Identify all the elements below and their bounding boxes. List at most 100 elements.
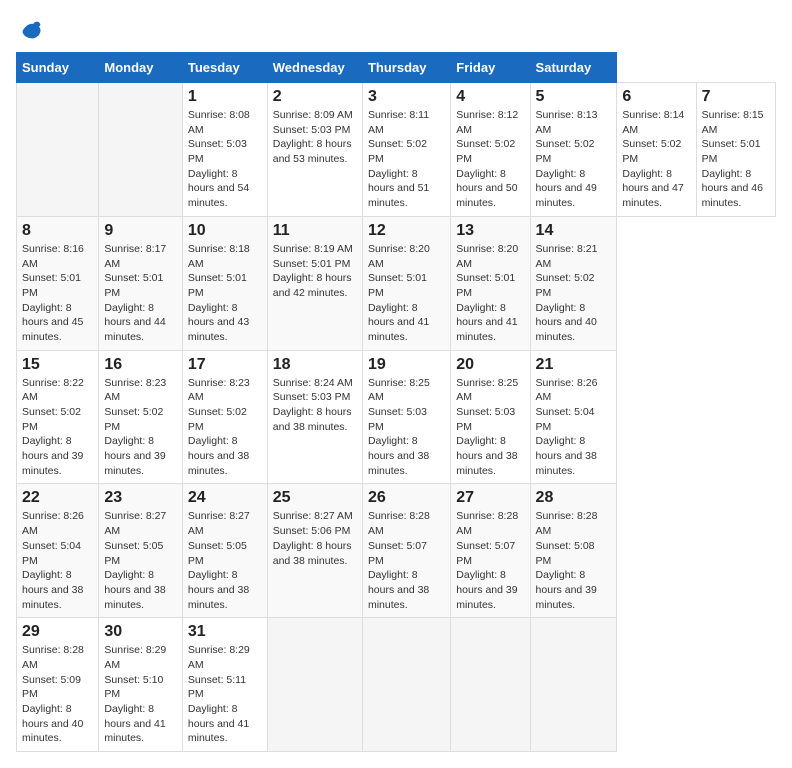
day-detail: Sunrise: 8:27 AMSunset: 5:06 PMDaylight:…: [273, 510, 353, 566]
day-detail: Sunrise: 8:26 AMSunset: 5:04 PMDaylight:…: [22, 510, 84, 610]
logo: [16, 16, 48, 44]
day-detail: Sunrise: 8:20 AMSunset: 5:01 PMDaylight:…: [368, 243, 430, 343]
day-detail: Sunrise: 8:11 AMSunset: 5:02 PMDaylight:…: [368, 109, 429, 209]
day-detail: Sunrise: 8:29 AMSunset: 5:11 PMDaylight:…: [188, 644, 250, 744]
day-detail: Sunrise: 8:28 AMSunset: 5:09 PMDaylight:…: [22, 644, 84, 744]
day-detail: Sunrise: 8:25 AMSunset: 5:03 PMDaylight:…: [368, 377, 430, 477]
calendar-cell: 7 Sunrise: 8:15 AMSunset: 5:01 PMDaylight…: [696, 83, 775, 217]
week-row-4: 29 Sunrise: 8:28 AMSunset: 5:09 PMDayligh…: [17, 618, 776, 752]
calendar-cell: 1Sunrise: 8:08 AMSunset: 5:03 PMDaylight…: [182, 83, 267, 217]
calendar-cell: [451, 618, 530, 752]
day-detail: Sunrise: 8:25 AMSunset: 5:03 PMDaylight:…: [456, 377, 518, 477]
day-number: 8: [22, 222, 93, 240]
day-detail: Sunrise: 8:12 AMSunset: 5:02 PMDaylight:…: [456, 109, 518, 209]
calendar-cell: 9 Sunrise: 8:17 AMSunset: 5:01 PMDaylight…: [99, 216, 183, 350]
calendar-body: 1Sunrise: 8:08 AMSunset: 5:03 PMDaylight…: [17, 83, 776, 752]
header-day-friday: Friday: [451, 53, 530, 83]
calendar-cell: 28 Sunrise: 8:28 AMSunset: 5:08 PMDayligh…: [530, 484, 617, 618]
day-number: 6: [622, 88, 690, 106]
calendar-cell: 19 Sunrise: 8:25 AMSunset: 5:03 PMDayligh…: [362, 350, 450, 484]
day-detail: Sunrise: 8:20 AMSunset: 5:01 PMDaylight:…: [456, 243, 518, 343]
day-detail: Sunrise: 8:15 AMSunset: 5:01 PMDaylight:…: [702, 109, 764, 209]
calendar-cell: 17 Sunrise: 8:23 AMSunset: 5:02 PMDayligh…: [182, 350, 267, 484]
day-number: 19: [368, 356, 445, 374]
calendar-cell: 22 Sunrise: 8:26 AMSunset: 5:04 PMDayligh…: [17, 484, 99, 618]
calendar-cell: 2Sunrise: 8:09 AMSunset: 5:03 PMDaylight…: [267, 83, 362, 217]
day-detail: Sunrise: 8:14 AMSunset: 5:02 PMDaylight:…: [622, 109, 684, 209]
day-detail: Sunrise: 8:27 AMSunset: 5:05 PMDaylight:…: [188, 510, 250, 610]
day-detail: Sunrise: 8:26 AMSunset: 5:04 PMDaylight:…: [536, 377, 598, 477]
calendar-cell: 23 Sunrise: 8:27 AMSunset: 5:05 PMDayligh…: [99, 484, 183, 618]
day-number: 9: [104, 222, 177, 240]
week-row-3: 22 Sunrise: 8:26 AMSunset: 5:04 PMDayligh…: [17, 484, 776, 618]
day-number: 26: [368, 489, 445, 507]
day-detail: Sunrise: 8:23 AMSunset: 5:02 PMDaylight:…: [188, 377, 250, 477]
day-number: 28: [536, 489, 612, 507]
day-number: 31: [188, 623, 262, 641]
calendar-cell: 14 Sunrise: 8:21 AMSunset: 5:02 PMDayligh…: [530, 216, 617, 350]
calendar-cell: 31 Sunrise: 8:29 AMSunset: 5:11 PMDayligh…: [182, 618, 267, 752]
day-detail: Sunrise: 8:22 AMSunset: 5:02 PMDaylight:…: [22, 377, 84, 477]
day-detail: Sunrise: 8:17 AMSunset: 5:01 PMDaylight:…: [104, 243, 166, 343]
day-detail: Sunrise: 8:21 AMSunset: 5:02 PMDaylight:…: [536, 243, 598, 343]
day-number: 3: [368, 88, 445, 106]
day-number: 11: [273, 222, 357, 240]
header-day-saturday: Saturday: [530, 53, 617, 83]
day-detail: Sunrise: 8:18 AMSunset: 5:01 PMDaylight:…: [188, 243, 250, 343]
header-row: SundayMondayTuesdayWednesdayThursdayFrid…: [17, 53, 776, 83]
day-detail: Sunrise: 8:16 AMSunset: 5:01 PMDaylight:…: [22, 243, 84, 343]
calendar-cell: 25 Sunrise: 8:27 AMSunset: 5:06 PMDayligh…: [267, 484, 362, 618]
calendar-cell: [362, 618, 450, 752]
day-number: 15: [22, 356, 93, 374]
day-detail: Sunrise: 8:27 AMSunset: 5:05 PMDaylight:…: [104, 510, 166, 610]
calendar-cell: 13 Sunrise: 8:20 AMSunset: 5:01 PMDayligh…: [451, 216, 530, 350]
day-detail: Sunrise: 8:08 AMSunset: 5:03 PMDaylight:…: [188, 109, 250, 209]
calendar-cell: 27 Sunrise: 8:28 AMSunset: 5:07 PMDayligh…: [451, 484, 530, 618]
header-day-sunday: Sunday: [17, 53, 99, 83]
day-number: 14: [536, 222, 612, 240]
day-number: 7: [702, 88, 770, 106]
day-number: 12: [368, 222, 445, 240]
day-detail: Sunrise: 8:24 AMSunset: 5:03 PMDaylight:…: [273, 377, 353, 433]
calendar-cell: 16Sunrise: 8:23 AMSunset: 5:02 PMDayligh…: [99, 350, 183, 484]
calendar-cell: 3 Sunrise: 8:11 AMSunset: 5:02 PMDaylight…: [362, 83, 450, 217]
day-number: 25: [273, 489, 357, 507]
calendar-cell: 24Sunrise: 8:27 AMSunset: 5:05 PMDayligh…: [182, 484, 267, 618]
calendar-cell: 18 Sunrise: 8:24 AMSunset: 5:03 PMDayligh…: [267, 350, 362, 484]
calendar-cell: [99, 83, 183, 217]
calendar-table: SundayMondayTuesdayWednesdayThursdayFrid…: [16, 52, 776, 752]
calendar-cell: 12 Sunrise: 8:20 AMSunset: 5:01 PMDayligh…: [362, 216, 450, 350]
day-number: 5: [536, 88, 612, 106]
logo-icon: [16, 16, 44, 44]
day-number: 18: [273, 356, 357, 374]
header-day-tuesday: Tuesday: [182, 53, 267, 83]
calendar-cell: 15 Sunrise: 8:22 AMSunset: 5:02 PMDayligh…: [17, 350, 99, 484]
day-detail: Sunrise: 8:23 AMSunset: 5:02 PMDaylight:…: [104, 377, 166, 477]
header-day-monday: Monday: [99, 53, 183, 83]
day-number: 17: [188, 356, 262, 374]
calendar-cell: 4Sunrise: 8:12 AMSunset: 5:02 PMDaylight…: [451, 83, 530, 217]
calendar-cell: [17, 83, 99, 217]
week-row-1: 8 Sunrise: 8:16 AMSunset: 5:01 PMDaylight…: [17, 216, 776, 350]
day-number: 13: [456, 222, 524, 240]
day-detail: Sunrise: 8:28 AMSunset: 5:07 PMDaylight:…: [456, 510, 518, 610]
calendar-cell: 20Sunrise: 8:25 AMSunset: 5:03 PMDayligh…: [451, 350, 530, 484]
day-detail: Sunrise: 8:28 AMSunset: 5:08 PMDaylight:…: [536, 510, 598, 610]
day-number: 23: [104, 489, 177, 507]
week-row-0: 1Sunrise: 8:08 AMSunset: 5:03 PMDaylight…: [17, 83, 776, 217]
header: [16, 16, 776, 44]
day-detail: Sunrise: 8:13 AMSunset: 5:02 PMDaylight:…: [536, 109, 598, 209]
calendar-cell: 10 Sunrise: 8:18 AMSunset: 5:01 PMDayligh…: [182, 216, 267, 350]
calendar-cell: 26Sunrise: 8:28 AMSunset: 5:07 PMDayligh…: [362, 484, 450, 618]
day-number: 29: [22, 623, 93, 641]
day-number: 27: [456, 489, 524, 507]
calendar-cell: 8 Sunrise: 8:16 AMSunset: 5:01 PMDaylight…: [17, 216, 99, 350]
calendar-header: SundayMondayTuesdayWednesdayThursdayFrid…: [17, 53, 776, 83]
day-number: 22: [22, 489, 93, 507]
week-row-2: 15 Sunrise: 8:22 AMSunset: 5:02 PMDayligh…: [17, 350, 776, 484]
header-day-wednesday: Wednesday: [267, 53, 362, 83]
calendar-cell: 21Sunrise: 8:26 AMSunset: 5:04 PMDayligh…: [530, 350, 617, 484]
day-number: 10: [188, 222, 262, 240]
calendar-cell: 30Sunrise: 8:29 AMSunset: 5:10 PMDayligh…: [99, 618, 183, 752]
calendar-cell: [530, 618, 617, 752]
